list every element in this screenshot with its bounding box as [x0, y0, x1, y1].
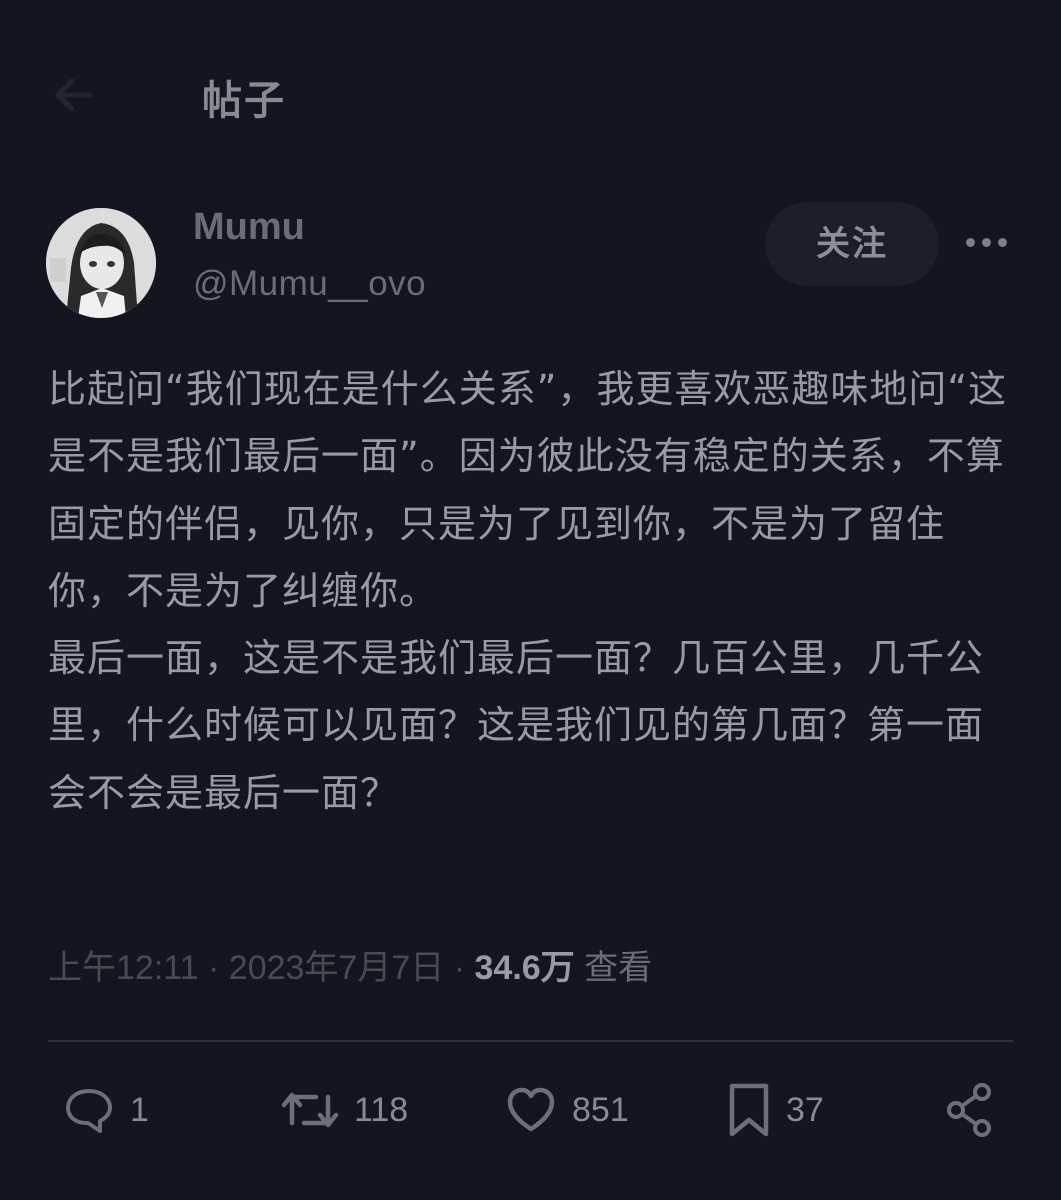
share-icon — [947, 1083, 991, 1137]
author-row: Mumu @Mumu__ovo 关注 — [0, 200, 1061, 320]
more-dots-icon[interactable] — [962, 228, 1012, 258]
post-meta: 上午12:11 · 2023年7月7日 · 34.6万 查看 — [48, 940, 652, 989]
post-paragraph: 比起问“我们现在是什么关系”，我更喜欢恶趣味地问“这是不是我们最后一面”。因为彼… — [48, 367, 1008, 613]
views-count[interactable]: 34.6万 — [475, 949, 575, 987]
share-button[interactable] — [944, 1080, 996, 1140]
heart-icon — [507, 1087, 555, 1132]
top-bar: 帖子 — [0, 0, 1061, 190]
post-time: 上午12:11 — [48, 949, 199, 987]
reply-count: 1 — [130, 1090, 149, 1129]
post-date: 2023年7月7日 — [228, 949, 445, 987]
retweet-count: 118 — [354, 1090, 409, 1129]
post-paragraph: 最后一面，这是不是我们最后一面？几百公里，几千公里，什么时候可以见面？这是我们见… — [48, 636, 985, 815]
divider — [48, 1040, 1013, 1042]
meta-separator: · — [453, 949, 466, 987]
like-button[interactable]: 851 — [504, 1080, 629, 1140]
bookmark-icon — [729, 1083, 769, 1137]
follow-button[interactable]: 关注 — [765, 202, 939, 286]
page-title: 帖子 — [202, 78, 286, 124]
meta-separator: · — [208, 949, 220, 987]
bookmark-count: 37 — [786, 1090, 824, 1129]
views-label: 查看 — [584, 949, 653, 987]
bookmark-button[interactable]: 37 — [726, 1080, 824, 1140]
retweet-button[interactable]: 118 — [280, 1080, 408, 1140]
avatar[interactable] — [46, 208, 156, 318]
reply-bubble-icon — [66, 1089, 112, 1133]
display-name[interactable]: Mumu — [193, 206, 305, 249]
back-arrow-icon[interactable] — [50, 75, 94, 115]
post-text: 比起问“我们现在是什么关系”，我更喜欢恶趣味地问“这是不是我们最后一面”。因为彼… — [48, 356, 1008, 827]
reply-button[interactable]: 1 — [62, 1080, 149, 1140]
user-handle[interactable]: @Mumu__ovo — [193, 264, 426, 304]
like-count: 851 — [572, 1090, 629, 1129]
retweet-icon — [281, 1092, 339, 1128]
action-bar: 1 118 851 37 — [0, 1070, 1061, 1150]
